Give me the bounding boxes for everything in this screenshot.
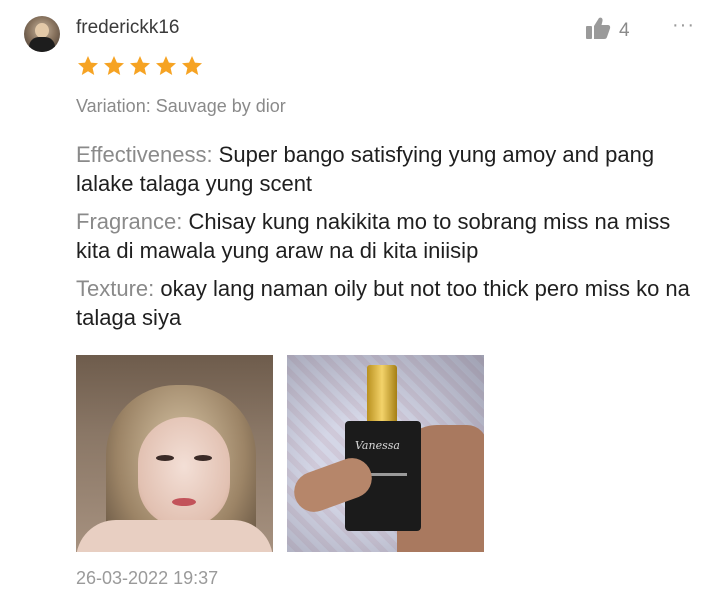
variation-label: Variation: Sauvage by dior	[76, 96, 286, 116]
avatar[interactable]	[24, 16, 60, 52]
review-attributes: Effectiveness: Super bango satisfying yu…	[76, 140, 706, 341]
avatar-face	[35, 23, 49, 38]
more-options-icon[interactable]: ···	[672, 14, 695, 37]
star-icon	[104, 56, 124, 75]
photo-lips	[172, 498, 196, 506]
review-photo-perfume[interactable]: Vanessa	[287, 355, 484, 552]
attribute-value: okay lang naman oily but not too thick p…	[76, 276, 690, 330]
photo-eye	[194, 455, 212, 461]
perfume-cap	[367, 365, 397, 425]
photo-face	[138, 417, 230, 527]
rating-stars	[76, 54, 204, 78]
thumbs-up-icon	[585, 16, 611, 45]
review-photos: Vanessa	[76, 355, 484, 552]
avatar-body	[29, 37, 55, 52]
photo-eye	[156, 455, 174, 461]
review-card: frederickk16 4 ··· Variation: Sauvage by…	[0, 0, 720, 607]
username[interactable]: frederickk16	[76, 17, 180, 39]
like-button[interactable]: 4	[585, 16, 630, 45]
star-icon	[182, 56, 202, 75]
review-photo-selfie[interactable]	[76, 355, 273, 552]
attribute-fragrance: Fragrance: Chisay kung nakikita mo to so…	[76, 207, 706, 265]
attribute-effectiveness: Effectiveness: Super bango satisfying yu…	[76, 140, 706, 198]
attribute-key: Texture:	[76, 276, 155, 301]
attribute-texture: Texture: okay lang naman oily but not to…	[76, 274, 706, 332]
review-timestamp: 26-03-2022 19:37	[76, 568, 219, 588]
star-icon	[130, 56, 150, 75]
star-icon	[156, 56, 176, 75]
star-icon	[78, 56, 98, 75]
attribute-key: Effectiveness:	[76, 142, 213, 167]
attribute-key: Fragrance:	[76, 209, 183, 234]
photo-shoulder	[76, 520, 273, 552]
perfume-logo: Vanessa	[355, 439, 400, 452]
like-count: 4	[619, 19, 630, 41]
